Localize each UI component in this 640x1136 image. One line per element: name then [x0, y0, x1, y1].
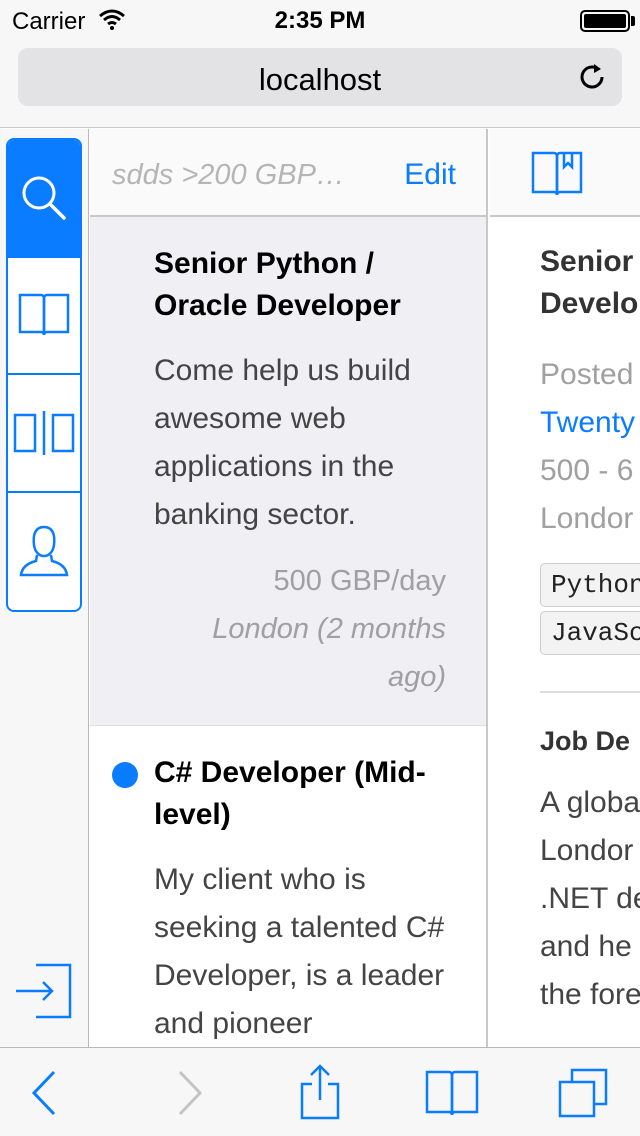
job-rate: 500 GBP/day — [273, 565, 447, 597]
job-location: London (2 months ago) — [212, 613, 446, 693]
text-line: .NET de — [540, 882, 640, 915]
url-text: localhost — [258, 62, 382, 97]
search-filter-summary[interactable]: sdds >200 GBP… — [112, 159, 382, 192]
split-view-icon — [13, 410, 75, 455]
user-icon — [19, 525, 69, 577]
text-line: A globa — [540, 786, 640, 819]
job-detail-pane: Senior Develo Posted Twenty 500 - 6 Lond… — [490, 129, 640, 1047]
text-line: and he — [540, 930, 632, 963]
reload-icon[interactable] — [576, 61, 608, 93]
status-bar: Carrier 2:35 PM — [0, 0, 640, 40]
clock: 2:35 PM — [274, 7, 366, 34]
text-line: the fore — [540, 978, 640, 1011]
address-bar[interactable]: localhost — [18, 48, 622, 106]
sidebar-item-profile[interactable] — [8, 493, 80, 611]
job-meta: 500 GBP/day London (2 months ago) — [154, 557, 446, 701]
detail-title: Senior Develo — [540, 241, 640, 325]
sidebar-item-bookmarks[interactable] — [8, 258, 80, 375]
job-list-item[interactable]: C# Developer (Mid-level) My client who i… — [90, 726, 486, 1047]
skill-tag: Python — [540, 563, 640, 607]
detail-title-line: Senior — [540, 245, 634, 278]
screen: Carrier 2:35 PM localhost sdds >200 GBP…… — [0, 0, 640, 1136]
detail-body: Senior Develo Posted Twenty 500 - 6 Lond… — [540, 241, 640, 1019]
job-title: Senior Python / Oracle Developer — [154, 247, 401, 322]
battery-tip — [631, 16, 635, 26]
divider — [540, 691, 640, 693]
detail-title-line: Develo — [540, 287, 639, 320]
battery-icon — [580, 10, 630, 32]
bookmarks-icon[interactable] — [424, 1068, 480, 1118]
detail-meta: Posted Twenty 500 - 6 Londor — [540, 351, 640, 543]
share-icon[interactable] — [292, 1064, 348, 1120]
sidebar-nav — [6, 138, 82, 612]
unread-indicator — [112, 762, 138, 788]
edit-button[interactable]: Edit — [404, 158, 456, 192]
detail-rate: 500 - 6 — [540, 454, 634, 487]
logout-icon[interactable] — [14, 961, 74, 1021]
job-description-text: A globa Londor .NET de and he the fore — [540, 779, 640, 1019]
job-title: C# Developer (Mid-level) — [154, 756, 426, 831]
skill-tag: JavaSc — [540, 611, 640, 655]
sidebar-item-search[interactable] — [8, 140, 80, 258]
list-header: sdds >200 GBP… Edit — [90, 129, 486, 217]
job-description-heading: Job De — [540, 726, 631, 756]
job-list-pane: sdds >200 GBP… Edit Senior Python / Orac… — [90, 129, 488, 1047]
job-description: Come help us build awesome web applicati… — [154, 354, 411, 531]
sidebar-item-compare[interactable] — [8, 375, 80, 493]
forward-icon[interactable] — [158, 1068, 214, 1118]
back-icon[interactable] — [20, 1068, 76, 1118]
tabs-icon[interactable] — [556, 1068, 612, 1118]
detail-location: Londor — [540, 502, 634, 535]
detail-posted: Posted — [540, 358, 634, 391]
job-description: My client who is seeking a talented C# D… — [154, 863, 445, 1040]
browser-chrome: localhost — [0, 40, 640, 128]
browser-toolbar — [0, 1047, 640, 1136]
job-list-item[interactable]: Senior Python / Oracle Developer Come he… — [90, 217, 486, 726]
sidebar — [0, 129, 89, 1047]
detail-company-link[interactable]: Twenty — [540, 399, 640, 447]
text-line: Londor — [540, 834, 634, 867]
bookmark-icon[interactable] — [530, 149, 584, 199]
book-icon — [18, 294, 70, 336]
detail-header — [490, 129, 640, 217]
skill-tags: Python JavaSc — [540, 563, 640, 659]
search-icon — [22, 176, 66, 220]
